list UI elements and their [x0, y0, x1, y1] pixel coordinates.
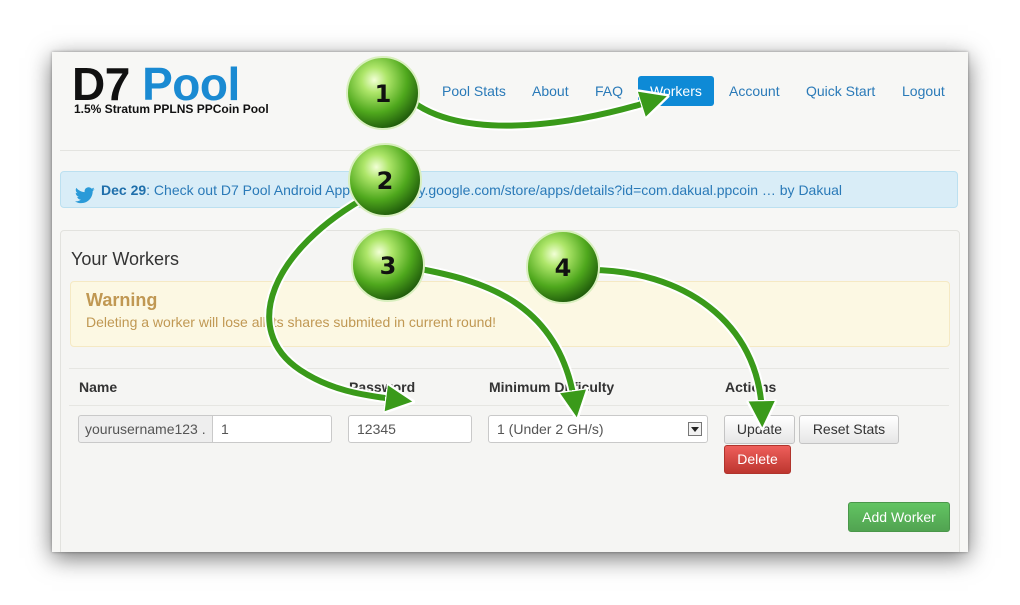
- reset-stats-button[interactable]: Reset Stats: [799, 415, 899, 444]
- column-actions: Actions: [725, 379, 777, 395]
- column-name: Name: [79, 379, 118, 395]
- table-header: Name Password Minimum Difficulty Actions: [69, 368, 949, 406]
- difficulty-select[interactable]: 1 (Under 2 GH/s): [488, 415, 708, 443]
- nav-about[interactable]: About: [520, 76, 581, 106]
- nav-logout[interactable]: Logout: [890, 76, 957, 106]
- difficulty-value: 1 (Under 2 GH/s): [497, 421, 604, 437]
- news-text[interactable]: : Check out D7 Pool Android App: https:/…: [146, 182, 842, 198]
- twitter-bird-icon: [75, 181, 95, 207]
- nav-faq[interactable]: FAQ: [583, 76, 635, 106]
- column-password: Password: [349, 379, 416, 395]
- logo-subtitle: 1.5% Stratum PPLNS PPCoin Pool: [74, 102, 269, 116]
- warning-alert: Warning Deleting a worker will lose all …: [70, 281, 950, 347]
- warning-text: Deleting a worker will lose all its shar…: [86, 314, 497, 330]
- news-date: Dec 29: [101, 182, 147, 198]
- add-worker-button[interactable]: Add Worker: [848, 502, 950, 532]
- screenshot-frame: D7 Pool 1.5% Stratum PPLNS PPCoin Pool P…: [52, 52, 968, 552]
- worker-name-input[interactable]: 1: [212, 415, 332, 443]
- nav-quick-start[interactable]: Quick Start: [794, 76, 887, 106]
- news-banner: Dec 29: Check out D7 Pool Android App: h…: [60, 171, 958, 208]
- workers-panel: Your Workers Warning Deleting a worker w…: [60, 230, 960, 552]
- nav-account[interactable]: Account: [717, 76, 792, 106]
- warning-title: Warning: [86, 290, 158, 310]
- chevron-down-icon: [688, 422, 702, 436]
- workers-title: Your Workers: [71, 249, 180, 269]
- header-divider: [60, 150, 960, 151]
- nav-pool-stats[interactable]: Pool Stats: [430, 76, 518, 106]
- username-prefix: yourusername123 .: [78, 415, 213, 443]
- delete-button[interactable]: Delete: [724, 445, 791, 474]
- nav-workers[interactable]: Workers: [638, 76, 714, 106]
- column-minimum-difficulty: Minimum Difficulty: [489, 379, 615, 395]
- worker-password-input[interactable]: 12345: [348, 415, 472, 443]
- update-button[interactable]: Update: [724, 415, 795, 444]
